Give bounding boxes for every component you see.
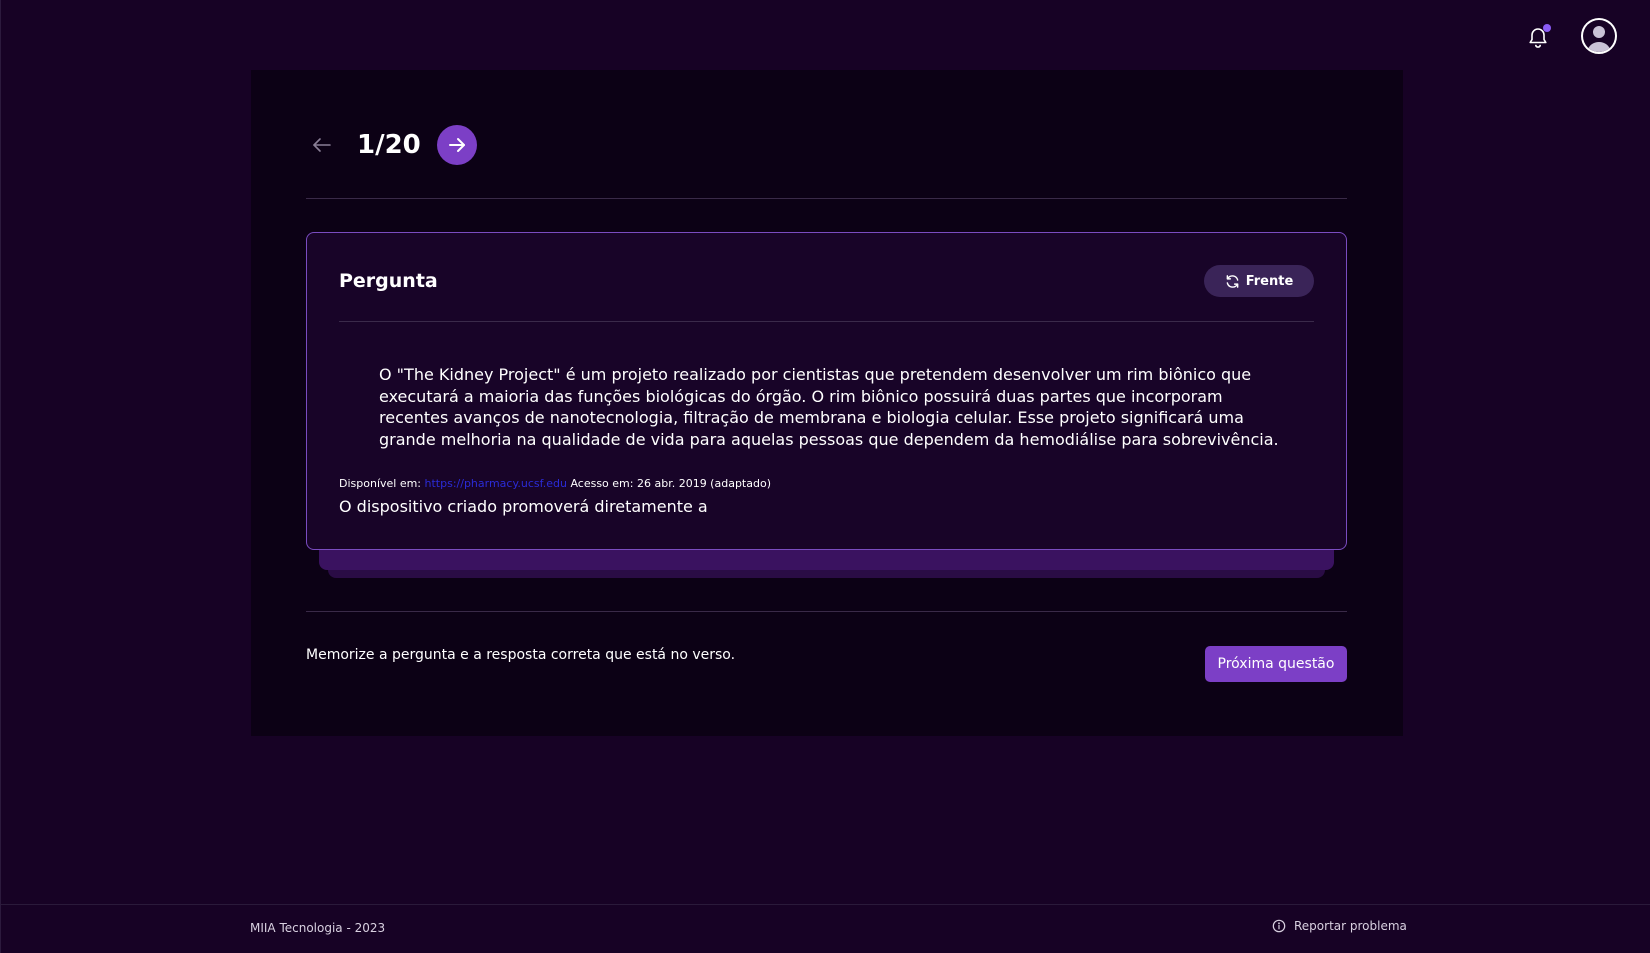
bottom-divider [306, 611, 1347, 612]
notifications-button[interactable] [1522, 22, 1554, 54]
previous-question-button[interactable] [306, 129, 338, 161]
question-text: O "The Kidney Project" é um projeto real… [379, 365, 1279, 449]
flip-card-label: Frente [1245, 273, 1294, 289]
next-question-button[interactable]: Próxima questão [1205, 646, 1347, 682]
source-prefix: Disponível em: [339, 477, 425, 490]
info-icon [1272, 919, 1286, 933]
question-prompt: O dispositivo criado promoverá diretamen… [339, 497, 708, 516]
top-divider [306, 198, 1347, 199]
source-suffix: Acesso em: 26 abr. 2019 (adaptado) [566, 477, 771, 490]
refresh-icon [1226, 274, 1239, 288]
app-page: 1/20 Pergunta Frente O "The Kidney Proje… [0, 0, 1650, 953]
arrow-left-icon [313, 138, 331, 152]
question-counter: 1/20 [357, 130, 421, 160]
card-title: Pergunta [339, 270, 438, 292]
report-problem-link[interactable]: Reportar problema [1272, 919, 1407, 933]
card-divider [339, 321, 1314, 322]
flashcard-panel: 1/20 Pergunta Frente O "The Kidney Proje… [251, 70, 1403, 736]
memorize-hint: Memorize a pergunta e a resposta correta… [306, 647, 736, 663]
flashcard: Pergunta Frente O "The Kidney Project" é… [306, 232, 1347, 550]
footer-divider [1, 904, 1650, 905]
user-avatar-icon [1583, 20, 1615, 52]
report-problem-label: Reportar problema [1294, 919, 1407, 933]
question-navigation: 1/20 [306, 125, 477, 165]
flip-card-button[interactable]: Frente [1204, 265, 1314, 297]
footer-copyright: MIIA Tecnologia - 2023 [250, 921, 386, 935]
source-citation: Disponível em: https://pharmacy.ucsf.edu… [339, 477, 771, 490]
source-link[interactable]: https://pharmacy.ucsf.edu [425, 477, 567, 490]
arrow-right-icon [448, 138, 465, 152]
user-avatar-button[interactable] [1581, 18, 1617, 54]
next-question-arrow-button[interactable] [436, 125, 477, 165]
card-stack-back-1 [319, 550, 1334, 570]
notification-badge [1543, 24, 1551, 32]
